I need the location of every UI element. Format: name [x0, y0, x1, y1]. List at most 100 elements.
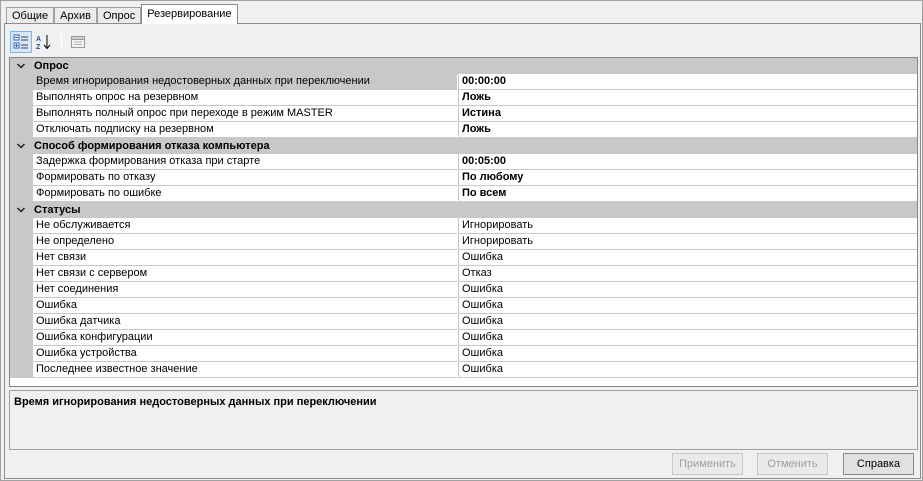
property-value[interactable]: Ложь	[458, 90, 917, 106]
svg-text:A: A	[36, 36, 41, 43]
property-value[interactable]: Ошибка	[458, 282, 917, 298]
property-row[interactable]: Ошибка устройства Ошибка	[10, 346, 917, 362]
tab-strip: Общие Архив Опрос Резервирование	[6, 3, 238, 24]
row-margin	[10, 234, 33, 250]
property-name[interactable]: Формировать по ошибке	[33, 186, 457, 202]
property-name[interactable]: Нет связи с сервером	[33, 266, 457, 282]
help-button[interactable]: Справка	[843, 453, 914, 475]
property-value[interactable]: Истина	[458, 106, 917, 122]
property-name[interactable]: Задержка формирования отказа при старте	[33, 154, 457, 170]
apply-button[interactable]: Применить	[672, 453, 743, 475]
property-row[interactable]: Задержка формирования отказа при старте …	[10, 154, 917, 170]
property-name[interactable]: Выполнять опрос на резервном	[33, 90, 457, 106]
property-row[interactable]: Время игнорирования недостоверных данных…	[10, 74, 917, 90]
row-margin	[10, 90, 33, 106]
property-value[interactable]: По любому	[458, 170, 917, 186]
row-margin	[10, 74, 33, 90]
property-row[interactable]: Формировать по отказу По любому	[10, 170, 917, 186]
chevron-down-icon[interactable]	[16, 61, 26, 71]
property-name[interactable]: Не обслуживается	[33, 218, 457, 234]
property-row[interactable]: Нет связи с сервером Отказ	[10, 266, 917, 282]
property-value[interactable]: Ложь	[458, 122, 917, 138]
property-row[interactable]: Ошибка Ошибка	[10, 298, 917, 314]
row-margin	[10, 186, 33, 202]
property-row[interactable]: Выполнять полный опрос при переходе в ре…	[10, 106, 917, 122]
row-margin	[10, 314, 33, 330]
row-margin	[10, 154, 33, 170]
category-polling[interactable]: Опрос	[10, 58, 917, 74]
tab-archive[interactable]: Архив	[54, 7, 97, 24]
category-failure-mode[interactable]: Способ формирования отказа компьютера	[10, 138, 917, 154]
tab-panel-redundancy: A Z Опрос Время игнорирования недостовер…	[4, 23, 921, 479]
property-value[interactable]: Ошибка	[458, 314, 917, 330]
property-row[interactable]: Не обслуживается Игнорировать	[10, 218, 917, 234]
property-pages-icon	[71, 36, 85, 48]
tab-redundancy[interactable]: Резервирование	[141, 4, 238, 24]
row-margin	[10, 330, 33, 346]
property-value[interactable]: По всем	[458, 186, 917, 202]
property-value[interactable]: Ошибка	[458, 346, 917, 362]
row-margin	[10, 122, 33, 138]
property-value[interactable]: Игнорировать	[458, 234, 917, 250]
description-title: Время игнорирования недостоверных данных…	[14, 396, 377, 408]
property-row[interactable]: Отключать подписку на резервном Ложь	[10, 122, 917, 138]
cancel-button[interactable]: Отменить	[757, 453, 828, 475]
category-label: Способ формирования отказа компьютера	[34, 140, 270, 152]
row-margin	[10, 266, 33, 282]
description-pane: Время игнорирования недостоверных данных…	[9, 390, 918, 450]
property-name[interactable]: Нет связи	[33, 250, 457, 266]
property-name[interactable]: Ошибка конфигурации	[33, 330, 457, 346]
row-margin	[10, 362, 33, 378]
category-label: Опрос	[34, 60, 69, 72]
property-value[interactable]: 00:05:00	[458, 154, 917, 170]
dialog-window: Общие Архив Опрос Резервирование A Z Опр…	[0, 0, 923, 481]
sort-az-icon: A Z	[36, 35, 51, 50]
property-row[interactable]: Ошибка конфигурации Ошибка	[10, 330, 917, 346]
property-value[interactable]: Игнорировать	[458, 218, 917, 234]
property-row[interactable]: Нет соединения Ошибка	[10, 282, 917, 298]
property-row[interactable]: Нет связи Ошибка	[10, 250, 917, 266]
property-value[interactable]: Ошибка	[458, 330, 917, 346]
row-margin	[10, 106, 33, 122]
row-margin	[10, 346, 33, 362]
property-row[interactable]: Формировать по ошибке По всем	[10, 186, 917, 202]
property-name[interactable]: Выполнять полный опрос при переходе в ре…	[33, 106, 457, 122]
property-row[interactable]: Последнее известное значение Ошибка	[10, 362, 917, 378]
toolbar-separator	[61, 33, 62, 51]
alphabetical-button[interactable]: A Z	[33, 31, 55, 53]
property-pages-button[interactable]	[67, 31, 89, 53]
row-margin	[10, 250, 33, 266]
categorized-button[interactable]	[10, 31, 32, 53]
property-name[interactable]: Время игнорирования недостоверных данных…	[33, 74, 457, 90]
row-margin	[10, 170, 33, 186]
property-value[interactable]: Ошибка	[458, 362, 917, 378]
category-statuses[interactable]: Статусы	[10, 202, 917, 218]
property-name[interactable]: Ошибка датчика	[33, 314, 457, 330]
property-row[interactable]: Ошибка датчика Ошибка	[10, 314, 917, 330]
tab-polling[interactable]: Опрос	[97, 7, 142, 24]
property-value[interactable]: Отказ	[458, 266, 917, 282]
row-margin	[10, 282, 33, 298]
property-row[interactable]: Выполнять опрос на резервном Ложь	[10, 90, 917, 106]
svg-text:Z: Z	[36, 44, 41, 50]
property-name[interactable]: Ошибка	[33, 298, 457, 314]
property-name[interactable]: Нет соединения	[33, 282, 457, 298]
property-name[interactable]: Ошибка устройства	[33, 346, 457, 362]
property-name[interactable]: Не определено	[33, 234, 457, 250]
property-value[interactable]: 00:00:00	[458, 74, 917, 90]
categorized-icon	[13, 34, 28, 49]
property-name[interactable]: Формировать по отказу	[33, 170, 457, 186]
property-value[interactable]: Ошибка	[458, 298, 917, 314]
property-grid: Опрос Время игнорирования недостоверных …	[9, 57, 918, 387]
tab-general[interactable]: Общие	[6, 7, 55, 24]
chevron-down-icon[interactable]	[16, 205, 26, 215]
category-label: Статусы	[34, 204, 81, 216]
property-value[interactable]: Ошибка	[458, 250, 917, 266]
row-margin	[10, 218, 33, 234]
row-margin	[10, 298, 33, 314]
property-name[interactable]: Последнее известное значение	[33, 362, 457, 378]
property-row[interactable]: Не определено Игнорировать	[10, 234, 917, 250]
property-grid-toolbar: A Z	[10, 30, 90, 54]
chevron-down-icon[interactable]	[16, 141, 26, 151]
property-name[interactable]: Отключать подписку на резервном	[33, 122, 457, 138]
